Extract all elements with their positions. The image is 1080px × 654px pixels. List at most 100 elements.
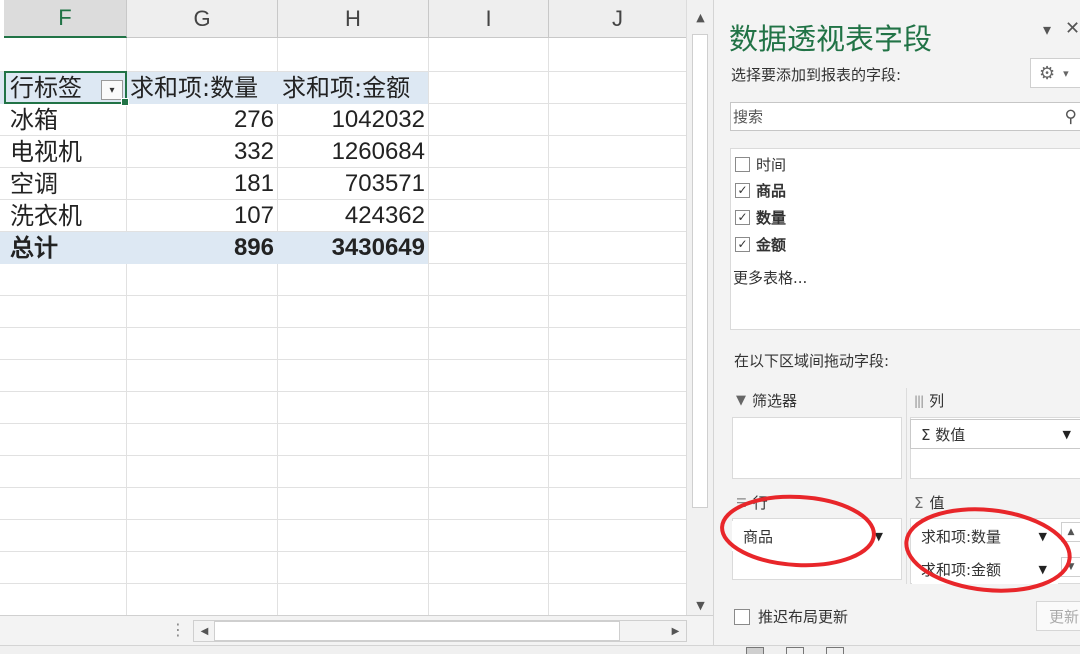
values-area-header: Σ 值 (914, 492, 945, 513)
defer-update-checkbox[interactable] (734, 608, 750, 625)
update-button[interactable]: 更新 (1036, 601, 1080, 631)
gear-icon: ⚙ (1039, 62, 1056, 84)
pill-label: 求和项:数量 (921, 527, 1002, 546)
field-checkbox[interactable]: ✓ (735, 236, 750, 252)
pivot-total-qty[interactable]: 896 (127, 232, 278, 264)
filter-drop-zone[interactable] (732, 417, 902, 479)
chevron-down-icon[interactable]: ▼ (1039, 563, 1047, 576)
field-list-options-button[interactable]: ⚙ ▾ (1030, 58, 1080, 88)
column-header-g[interactable]: G (127, 0, 278, 38)
scroll-right-icon[interactable]: ▶ (665, 620, 686, 642)
search-icon[interactable]: ⚲ (1065, 107, 1077, 127)
pill-label: 求和项:金额 (921, 560, 1002, 579)
pivot-row-label[interactable]: 洗衣机 (4, 200, 127, 232)
table-row: 洗衣机 107 424362 (0, 200, 428, 232)
field-label: 数量 (756, 208, 787, 227)
rows-icon: ☰ (736, 495, 747, 510)
pivot-total-amount[interactable]: 3430649 (278, 232, 429, 264)
pivot-row-label[interactable]: 冰箱 (4, 104, 127, 136)
pivot-qty-header[interactable]: 求和项:数量 (130, 72, 278, 104)
row-label-filter-button[interactable]: ▾ (101, 80, 123, 100)
field-label: 时间 (756, 155, 787, 174)
horizontal-scroll-thumb[interactable] (214, 621, 620, 641)
page-layout-view-icon[interactable] (786, 647, 804, 654)
field-item-quantity[interactable]: ✓ 数量 (735, 206, 786, 228)
gridline (0, 455, 686, 456)
columns-icon: ||| (914, 393, 924, 408)
rows-area-header: ☰ 行 (736, 492, 768, 513)
table-row: 电视机 332 1260684 (0, 136, 428, 168)
gridline (0, 295, 686, 296)
columns-field-pill[interactable]: Σ 数值 ▼ (910, 419, 1080, 449)
sigma-icon: Σ (914, 493, 924, 512)
pivot-row-labels-header[interactable]: 行标签 (4, 72, 100, 104)
page-break-view-icon[interactable] (826, 647, 844, 654)
values-scroll-up-icon[interactable]: ▲ (1061, 522, 1080, 542)
pivot-amount-cell[interactable]: 424362 (278, 200, 429, 232)
field-search-input[interactable] (733, 105, 1053, 128)
pane-subtitle: 选择要添加到报表的字段: (731, 66, 902, 84)
table-row: 冰箱 276 1042032 (0, 104, 428, 136)
scroll-down-icon[interactable]: ▼ (687, 594, 714, 616)
table-row: 空调 181 703571 (0, 168, 428, 200)
status-bar (0, 645, 1080, 654)
chevron-down-icon[interactable]: ▼ (1063, 428, 1071, 441)
field-checkbox[interactable]: ✓ (735, 209, 750, 225)
defer-update-label: 推迟布局更新 (758, 608, 849, 626)
tab-split-handle[interactable]: ⋮ (170, 620, 186, 640)
gridline (0, 359, 686, 360)
pane-title: 数据透视表字段 (729, 22, 933, 56)
column-header-f[interactable]: F (4, 0, 127, 38)
field-label: 商品 (756, 181, 787, 200)
pill-label: Σ 数值 (921, 425, 966, 444)
pivot-field-pane: 数据透视表字段 ▾ ✕ 选择要添加到报表的字段: ⚙ ▾ ⚲ 时间 ✓ 商品 ✓… (713, 0, 1080, 645)
column-header-h[interactable]: H (278, 0, 429, 38)
pivot-amount-header[interactable]: 求和项:金额 (282, 72, 428, 104)
pivot-qty-cell[interactable]: 181 (127, 168, 278, 200)
scroll-left-icon[interactable]: ◀ (194, 620, 215, 642)
gridline (0, 551, 686, 552)
field-checkbox[interactable] (735, 156, 750, 172)
pivot-row-label[interactable]: 电视机 (4, 136, 127, 168)
gridline (0, 487, 686, 488)
normal-view-icon[interactable] (746, 647, 764, 654)
pivot-total-row: 总计 896 3430649 (0, 232, 428, 264)
pivot-row-label[interactable]: 空调 (4, 168, 127, 200)
more-tables-link[interactable]: 更多表格... (733, 267, 807, 288)
filter-area-label: 筛选器 (752, 392, 798, 410)
chevron-down-icon: ▾ (1063, 66, 1069, 80)
chevron-down-icon[interactable]: ▼ (875, 530, 883, 543)
filter-area-header: ▼ 筛选器 (736, 390, 797, 411)
chevron-down-icon[interactable]: ▼ (1039, 530, 1047, 543)
values-scroll-down-icon[interactable]: ▼ (1061, 557, 1080, 577)
close-icon[interactable]: ✕ (1065, 18, 1080, 39)
pane-options-chevron-icon[interactable]: ▾ (1043, 20, 1051, 39)
chevron-down-icon: ▾ (109, 84, 115, 96)
field-checkbox[interactable]: ✓ (735, 182, 750, 198)
field-item-product[interactable]: ✓ 商品 (735, 179, 786, 201)
pivot-qty-cell[interactable]: 107 (127, 200, 278, 232)
vertical-scrollbar[interactable]: ▲ ▼ (686, 0, 713, 615)
pivot-amount-cell[interactable]: 703571 (278, 168, 429, 200)
column-header-j[interactable]: J (549, 0, 686, 38)
rows-field-pill[interactable]: 商品 ▼ (732, 521, 894, 551)
values-field-pill[interactable]: 求和项:金额 ▼ (912, 554, 1058, 584)
defer-layout-update[interactable]: 推迟布局更新 (734, 606, 848, 627)
column-header-i[interactable]: I (429, 0, 549, 38)
pivot-qty-cell[interactable]: 276 (127, 104, 278, 136)
sheet-bottom-bar: ⋮ ◀ ▶ (0, 615, 713, 645)
field-item-time[interactable]: 时间 (735, 153, 786, 175)
gridline (0, 519, 686, 520)
field-search-box[interactable]: ⚲ (730, 102, 1080, 131)
pivot-header-row: 行标签 ▾ 求和项:数量 求和项:金额 (0, 72, 428, 104)
pivot-amount-cell[interactable]: 1260684 (278, 136, 429, 168)
vertical-scroll-thumb[interactable] (692, 34, 708, 508)
pivot-total-label[interactable]: 总计 (4, 232, 127, 264)
spreadsheet-grid[interactable]: F G H I J 行标签 ▾ 求和项:数量 求和项:金额 冰箱 276 104… (0, 0, 686, 615)
pivot-amount-cell[interactable]: 1042032 (278, 104, 429, 136)
scroll-up-icon[interactable]: ▲ (687, 6, 714, 28)
field-item-amount[interactable]: ✓ 金额 (735, 233, 786, 255)
gridline (0, 423, 686, 424)
pivot-qty-cell[interactable]: 332 (127, 136, 278, 168)
values-field-pill[interactable]: 求和项:数量 ▼ (912, 521, 1058, 551)
